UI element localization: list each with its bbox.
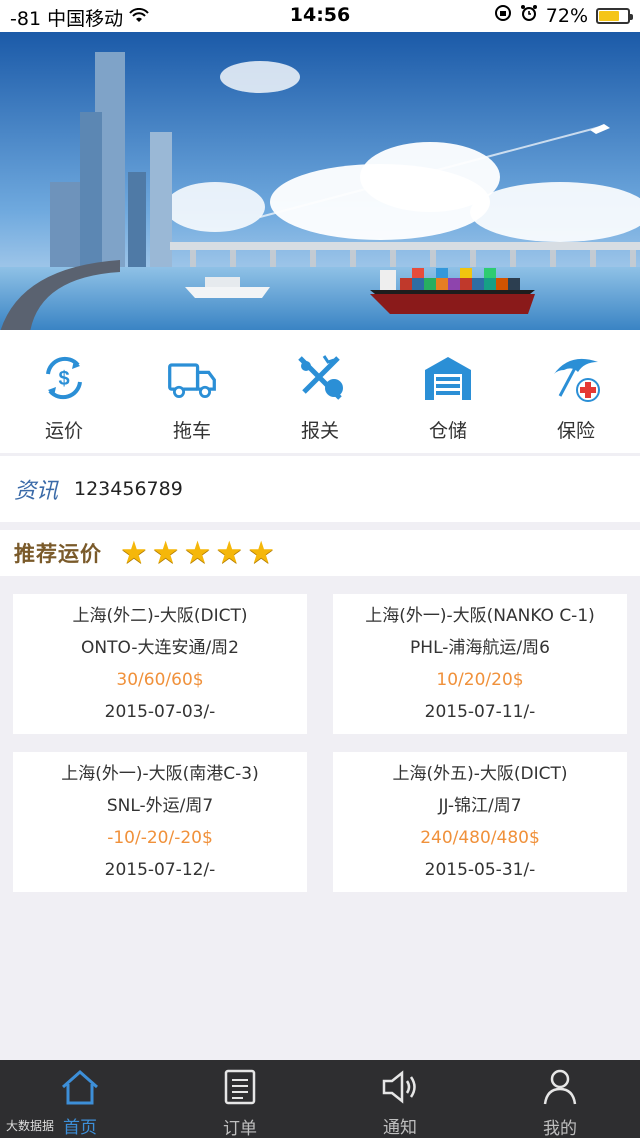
status-bar: -81 中国移动 14:56 72% <box>0 0 640 32</box>
card-date: 2015-07-03/- <box>104 702 216 722</box>
star-icon: ★ <box>120 534 148 571</box>
card-route: 上海(外一)-大阪(南港C-3) <box>61 764 259 784</box>
status-right: 72% <box>494 4 633 27</box>
tab-notifications[interactable]: 通知 <box>320 1060 480 1138</box>
status-left: -81 中国移动 <box>10 4 149 31</box>
category-insurance[interactable]: 保险 <box>512 330 640 453</box>
card-price: 30/60/60$ <box>116 670 204 690</box>
wifi-icon <box>129 7 149 29</box>
card-price: 10/20/20$ <box>436 670 524 690</box>
card-date: 2015-05-31/- <box>424 860 536 880</box>
star-icon: ★ <box>151 534 180 571</box>
banner-image[interactable] <box>0 32 640 330</box>
rate-card[interactable]: 上海(外一)-大阪(NANKO C-1) PHL-浦海航运/周6 10/20/2… <box>333 594 627 734</box>
rate-card[interactable]: 上海(外五)-大阪(DICT) JJ-锦江/周7 240/480/480$ 20… <box>333 752 627 892</box>
card-carrier: ONTO-大连安通/周2 <box>80 638 239 658</box>
rating-stars: ★ ★ ★ ★ ★ <box>120 534 275 571</box>
category-customs[interactable]: 报关 <box>256 330 384 453</box>
battery-percent: 72% <box>545 4 588 27</box>
category-label: 拖车 <box>172 420 211 442</box>
insurance-icon <box>550 352 602 404</box>
card-route: 上海(外一)-大阪(NANKO C-1) <box>365 606 595 626</box>
card-route: 上海(外五)-大阪(DICT) <box>392 764 568 784</box>
category-freight-rate[interactable]: $ 运价 <box>0 330 128 453</box>
person-icon <box>540 1068 580 1106</box>
customs-icon <box>294 352 346 404</box>
category-label: 仓储 <box>428 420 467 442</box>
card-price: -10/-20/-20$ <box>107 828 213 848</box>
category-warehouse[interactable]: 仓储 <box>384 330 512 453</box>
recommend-title: 推荐运价 <box>14 542 102 566</box>
rotation-lock-icon <box>494 4 512 27</box>
star-icon: ★ <box>183 534 212 571</box>
home-icon <box>60 1068 100 1105</box>
battery-icon <box>596 7 633 24</box>
rate-card[interactable]: 上海(外一)-大阪(南港C-3) SNL-外运/周7 -10/-20/-20$ … <box>13 752 307 892</box>
svg-text:$: $ <box>58 368 69 390</box>
tab-label: 首页 <box>63 1118 97 1138</box>
news-tag: 资讯 <box>14 479 59 504</box>
rate-card[interactable]: 上海(外二)-大阪(DICT) ONTO-大连安通/周2 30/60/60$ 2… <box>13 594 307 734</box>
category-label: 报关 <box>300 420 339 442</box>
card-carrier: SNL-外运/周7 <box>106 796 214 816</box>
card-route: 上海(外二)-大阪(DICT) <box>72 606 248 626</box>
category-row: $ 运价 拖车 报关 仓储 保险 <box>0 330 640 453</box>
card-price: 240/480/480$ <box>420 828 540 848</box>
card-carrier: PHL-浦海航运/周6 <box>410 638 550 658</box>
tab-profile[interactable]: 我的 <box>480 1060 640 1138</box>
star-icon: ★ <box>247 534 275 571</box>
speaker-icon <box>380 1068 420 1105</box>
card-date: 2015-07-11/- <box>424 702 536 722</box>
recommend-header: 推荐运价 ★ ★ ★ ★ ★ <box>0 530 640 576</box>
star-icon: ★ <box>215 534 244 571</box>
category-truck[interactable]: 拖车 <box>128 330 256 453</box>
category-label: 保险 <box>556 420 595 442</box>
tab-orders[interactable]: 订单 <box>160 1060 320 1138</box>
news-bar[interactable]: 资讯 123456789 <box>0 456 640 522</box>
tab-label: 通知 <box>383 1118 417 1138</box>
news-text: 123456789 <box>74 478 183 500</box>
card-date: 2015-07-12/- <box>104 860 216 880</box>
watermark: 大数据据 <box>6 1119 55 1133</box>
card-carrier: JJ-锦江/周7 <box>438 796 522 816</box>
alarm-icon <box>520 4 538 27</box>
tab-label: 我的 <box>543 1119 577 1138</box>
tab-bar: 首页 订单 通知 我的 大数据据 <box>0 1060 640 1138</box>
order-icon <box>220 1068 260 1106</box>
warehouse-icon <box>422 352 474 404</box>
category-label: 运价 <box>44 420 83 442</box>
truck-icon <box>166 352 218 404</box>
tab-label: 订单 <box>223 1119 257 1138</box>
freight-rate-icon: $ <box>38 352 90 404</box>
carrier-text: -81 中国移动 <box>10 8 124 30</box>
